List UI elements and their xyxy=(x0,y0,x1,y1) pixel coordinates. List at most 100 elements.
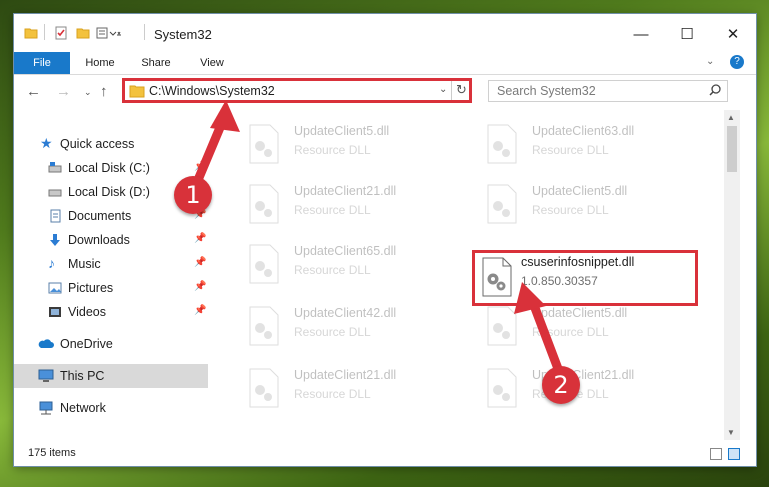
tiles-view-icon[interactable] xyxy=(728,448,740,460)
file-name: UpdateClient5.dll xyxy=(532,184,628,198)
new-folder-icon[interactable] xyxy=(76,26,90,43)
pin-icon[interactable]: 📌 xyxy=(194,161,206,172)
explorer-window: System32 — ☐ ✕ File Home Share View ⌄ ? … xyxy=(14,14,756,466)
download-icon xyxy=(48,233,62,247)
computer-icon xyxy=(38,369,54,383)
nav-label: Quick access xyxy=(60,137,135,151)
nav-label: OneDrive xyxy=(60,337,113,351)
nav-label: Documents xyxy=(68,209,132,223)
file-name: UpdateClient63.dll xyxy=(532,124,635,138)
dll-file-icon xyxy=(248,368,280,408)
nav-item-pictures[interactable]: Pictures 📌 xyxy=(14,276,208,300)
search-box[interactable]: Search System32 xyxy=(488,80,728,102)
nav-item-music[interactable]: ♪ Music 📌 xyxy=(14,252,208,276)
file-name: UpdateClient65.dll xyxy=(294,244,397,258)
pin-icon[interactable]: 📌 xyxy=(194,305,206,316)
pin-icon[interactable]: 📌 xyxy=(194,233,206,244)
file-description: Resource DLL xyxy=(294,325,371,339)
file-item[interactable]: UpdateClient21.dll Resource DLL xyxy=(472,362,698,418)
title-bar: System32 — ☐ ✕ xyxy=(14,14,756,52)
recent-locations-icon[interactable]: ⌄ xyxy=(84,87,92,98)
back-arrow-icon[interactable]: ← xyxy=(26,83,41,100)
nav-item-quick-access[interactable]: ★ Quick access xyxy=(14,132,208,156)
window-title: System32 xyxy=(154,27,212,42)
customize-toolbar-icon[interactable] xyxy=(96,26,122,43)
nav-item-network[interactable]: Network xyxy=(14,396,208,420)
nav-label: Music xyxy=(68,257,101,271)
drive-icon xyxy=(48,161,62,175)
chevron-down-icon[interactable]: ⌄ xyxy=(439,84,447,95)
scroll-up-icon[interactable]: ▲ xyxy=(727,113,735,122)
dll-file-icon xyxy=(486,306,518,346)
file-item[interactable]: UpdateClient42.dll Resource DLL xyxy=(234,300,460,356)
file-item[interactable]: UpdateClient5.dll Resource DLL xyxy=(472,300,698,356)
navigation-pane: ★ Quick access Local Disk (C:) 📌 Local D… xyxy=(14,110,210,440)
item-count: 175 items xyxy=(28,447,76,459)
file-item[interactable]: UpdateClient65.dll Resource DLL xyxy=(234,238,460,294)
toolbar-divider xyxy=(44,24,45,40)
nav-label: Videos xyxy=(68,305,106,319)
tab-share[interactable]: Share xyxy=(130,52,182,74)
properties-icon[interactable] xyxy=(54,26,68,43)
dll-file-icon xyxy=(248,184,280,224)
scrollbar-thumb[interactable] xyxy=(727,126,737,172)
refresh-icon[interactable]: ↻ xyxy=(456,82,467,98)
file-item[interactable]: UpdateClient5.dll Resource DLL xyxy=(472,178,698,234)
close-button[interactable]: ✕ xyxy=(710,20,756,48)
file-item[interactable]: UpdateClient21.dll Resource DLL xyxy=(234,178,460,234)
dll-file-icon xyxy=(248,244,280,284)
details-view-icon[interactable] xyxy=(710,448,722,460)
forward-arrow-icon[interactable]: → xyxy=(56,83,71,100)
documents-icon xyxy=(48,209,62,223)
scroll-down-icon[interactable]: ▼ xyxy=(727,428,735,437)
divider xyxy=(451,81,452,100)
pin-icon[interactable]: 📌 xyxy=(194,281,206,292)
maximize-button[interactable]: ☐ xyxy=(664,20,710,48)
folder-icon[interactable] xyxy=(24,26,38,43)
file-item[interactable]: UpdateClient21.dll Resource DLL xyxy=(234,362,460,418)
dll-file-icon xyxy=(248,124,280,164)
tab-home[interactable]: Home xyxy=(74,52,126,74)
file-description: Resource DLL xyxy=(532,143,609,157)
nav-label: Pictures xyxy=(68,281,114,295)
up-arrow-icon[interactable]: ↑ xyxy=(100,83,108,100)
pictures-icon xyxy=(48,281,62,295)
chevron-down-icon[interactable]: ⌄ xyxy=(706,56,714,67)
file-name: UpdateClient21.dll xyxy=(294,184,397,198)
folder-icon xyxy=(129,84,145,101)
vertical-scrollbar[interactable]: ▲ ▼ xyxy=(724,110,740,440)
dll-file-icon xyxy=(481,257,513,297)
address-row: ← → ⌄ ↑ C:\Windows\System32 ⌄ ↻ Search S… xyxy=(14,74,756,110)
file-item-csuserinfosnippet[interactable]: csuserinfosnippet.dll 1.0.850.30357 xyxy=(472,250,698,306)
tab-view[interactable]: View xyxy=(186,52,238,74)
search-input[interactable]: Search System32 xyxy=(497,84,596,98)
nav-label: Downloads xyxy=(68,233,130,247)
file-name: UpdateClient21.dll xyxy=(294,368,397,382)
nav-item-downloads[interactable]: Downloads 📌 xyxy=(14,228,208,252)
address-path[interactable]: C:\Windows\System32 xyxy=(149,84,275,98)
file-description: Resource DLL xyxy=(532,325,609,339)
nav-label: Local Disk (C:) xyxy=(68,161,150,175)
pin-icon[interactable]: 📌 xyxy=(194,257,206,268)
nav-label: Local Disk (D:) xyxy=(68,185,150,199)
nav-item-this-pc[interactable]: This PC xyxy=(14,364,208,388)
star-icon: ★ xyxy=(40,135,53,151)
address-bar[interactable]: C:\Windows\System32 ⌄ ↻ xyxy=(122,78,472,103)
file-item[interactable]: UpdateClient5.dll Resource DLL xyxy=(234,118,460,174)
nav-item-onedrive[interactable]: OneDrive xyxy=(14,332,208,356)
file-description: Resource DLL xyxy=(294,263,371,277)
minimize-button[interactable]: — xyxy=(618,20,664,48)
help-icon[interactable]: ? xyxy=(730,55,744,69)
nav-item-local-disk-c[interactable]: Local Disk (C:) 📌 xyxy=(14,156,208,180)
file-description: Resource DLL xyxy=(532,203,609,217)
nav-item-videos[interactable]: Videos 📌 xyxy=(14,300,208,324)
tab-file[interactable]: File xyxy=(14,52,70,74)
file-name: UpdateClient42.dll xyxy=(294,306,397,320)
dll-file-icon xyxy=(486,124,518,164)
cloud-icon xyxy=(38,337,54,351)
search-icon[interactable] xyxy=(709,84,721,99)
file-description: Resource DLL xyxy=(294,387,371,401)
file-item[interactable]: UpdateClient63.dll Resource DLL xyxy=(472,118,698,174)
step-callout-1: 1 xyxy=(174,176,212,214)
file-description: Resource DLL xyxy=(294,203,371,217)
